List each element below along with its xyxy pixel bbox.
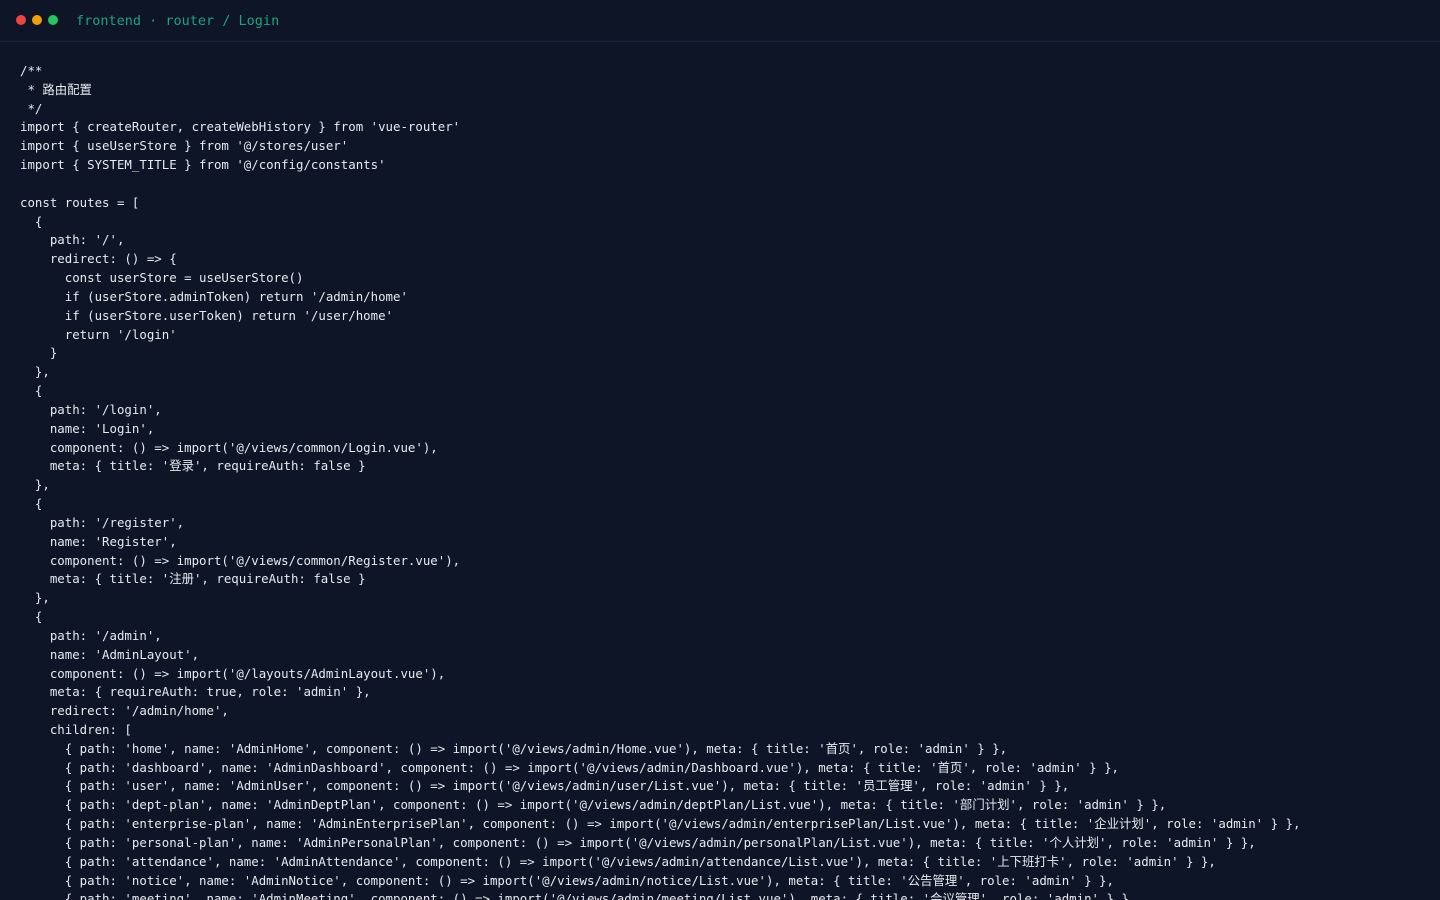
code-line: import { createRouter, createWebHistory … [20,119,461,135]
close-window-button[interactable] [16,15,26,25]
code-line: path: '/register', [20,514,185,530]
code-line: redirect: () => { [20,251,177,267]
code-line: }, [20,477,50,493]
code-line: { [20,383,43,399]
code-line: children: [ [20,721,132,737]
code-line: */ [20,100,43,116]
minimize-window-button[interactable] [32,15,42,25]
code-line: if (userStore.userToken) return '/user/h… [20,307,393,323]
code-line: }, [20,364,50,380]
code-line: meta: { title: '登录', requireAuth: false … [20,458,366,474]
code-line: import { useUserStore } from '@/stores/u… [20,138,349,154]
code-line: path: '/login', [20,401,162,417]
code-line: component: () => import('@/views/common/… [20,439,438,455]
window-title: frontend · router / Login [76,13,280,29]
code-line: { path: 'dept-plan', name: 'AdminDeptPla… [20,797,1167,813]
code-line: path: '/admin', [20,627,162,643]
code-line: const routes = [ [20,194,140,210]
code-line: return '/login' [20,326,177,342]
code-line: { path: 'notice', name: 'AdminNotice', c… [20,872,1114,888]
code-line: const userStore = useUserStore() [20,270,304,286]
code-line: { [20,609,43,625]
code-line: { path: 'user', name: 'AdminUser', compo… [20,778,1070,794]
code-editor[interactable]: /** * 路由配置 */ import { createRouter, crea… [20,62,1440,900]
code-line: component: () => import('@/views/common/… [20,552,461,568]
code-line: { [20,213,43,229]
code-line: meta: { requireAuth: true, role: 'admin'… [20,684,371,700]
code-line: /** [20,63,43,78]
code-line: meta: { title: '注册', requireAuth: false … [20,571,366,587]
code-line: { path: 'meeting', name: 'AdminMeeting',… [20,891,1137,900]
code-line: redirect: '/admin/home', [20,703,229,719]
maximize-window-button[interactable] [48,15,58,25]
code-line: name: 'Login', [20,420,155,436]
code-line: } [20,345,58,361]
code-line: { [20,496,43,512]
code-line: { path: 'attendance', name: 'AdminAttend… [20,853,1216,869]
code-line: name: 'AdminLayout', [20,646,200,662]
code-line: name: 'Register', [20,533,177,549]
code-line: * 路由配置 [20,81,92,97]
code-line: { path: 'dashboard', name: 'AdminDashboa… [20,759,1119,775]
code-line: if (userStore.adminToken) return '/admin… [20,288,408,304]
code-window: frontend · router / Login /** * 路由配置 */ i… [0,0,1440,900]
code-line: path: '/', [20,232,125,248]
code-line: { path: 'enterprise-plan', name: 'AdminE… [20,816,1301,832]
code-line: { path: 'personal-plan', name: 'AdminPer… [20,834,1256,850]
title-bar: frontend · router / Login [0,0,1440,42]
code-line: { path: 'home', name: 'AdminHome', compo… [20,740,1008,756]
code-line: component: () => import('@/layouts/Admin… [20,665,446,681]
code-line: import { SYSTEM_TITLE } from '@/config/c… [20,157,386,173]
code-line: }, [20,590,50,606]
